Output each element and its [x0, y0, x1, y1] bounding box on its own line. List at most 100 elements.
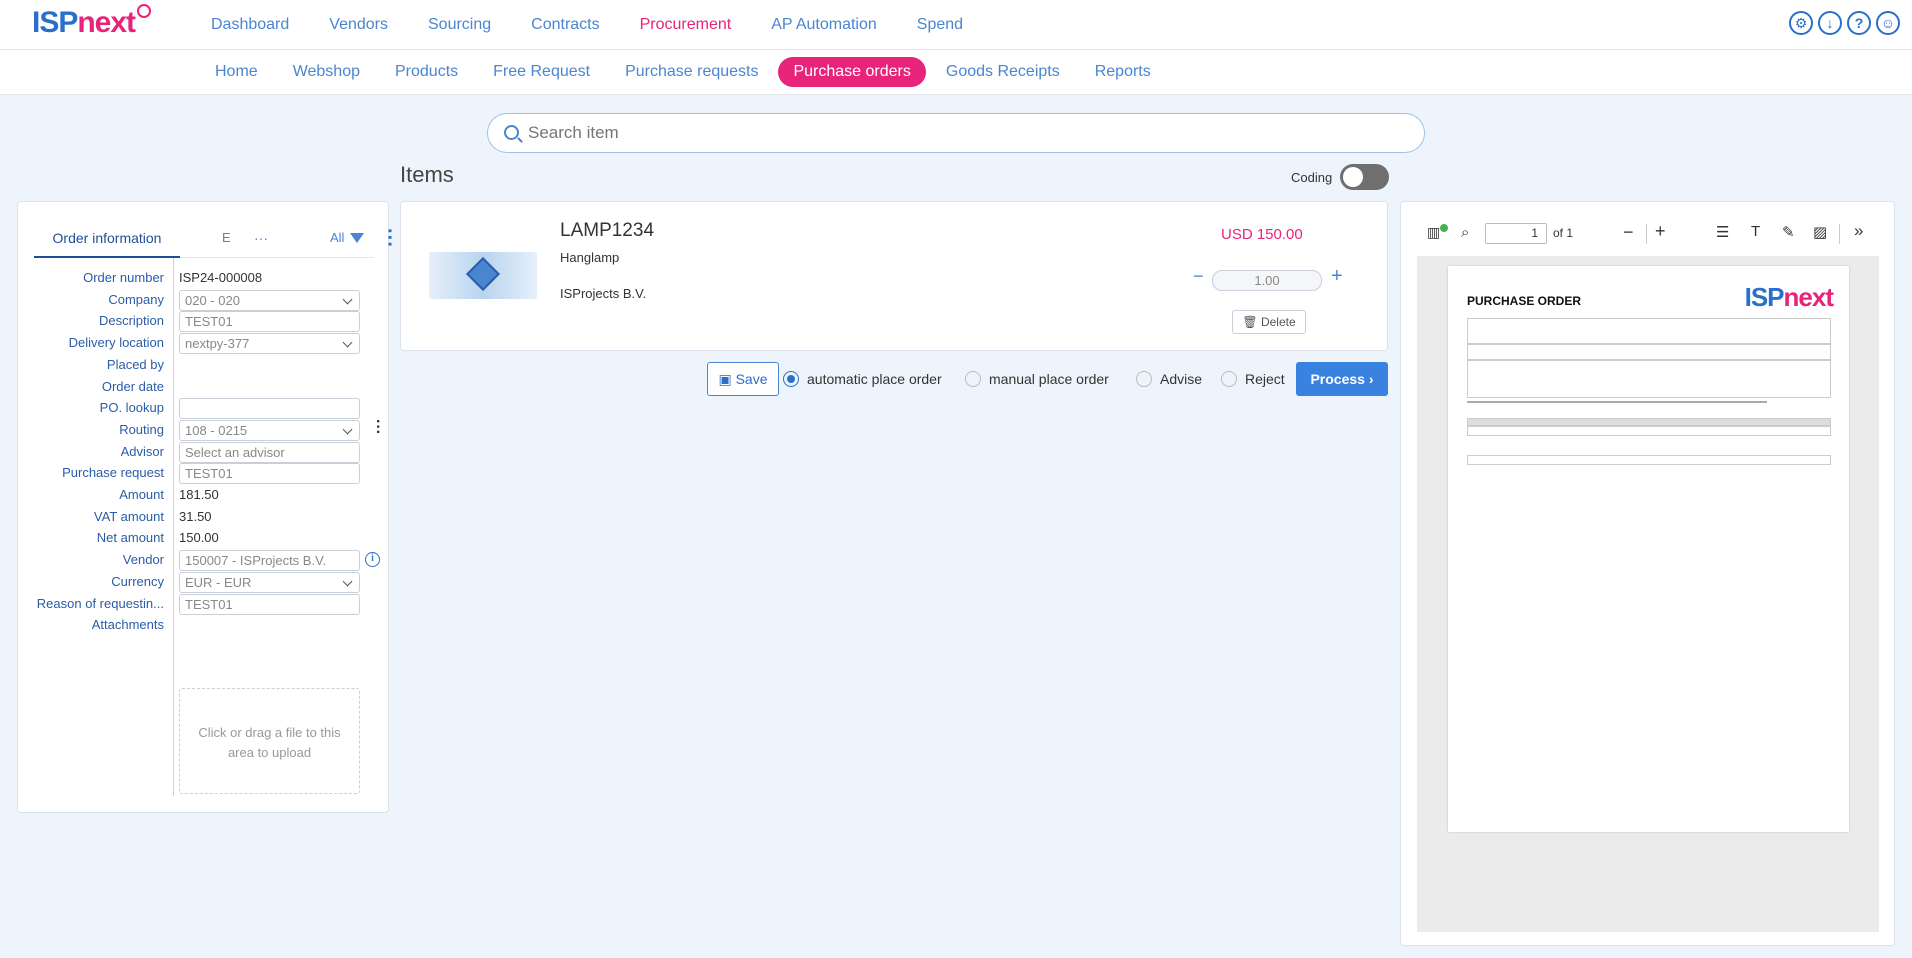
main-nav-sourcing[interactable]: Sourcing [428, 16, 491, 34]
main-nav-procurement[interactable]: Procurement [640, 16, 732, 34]
sidebar-toggle-icon[interactable]: ▥ [1427, 224, 1440, 241]
advisor-input[interactable]: Select an advisor [179, 441, 360, 463]
radio-label: manual place order [989, 371, 1109, 387]
field-routing: Routing 108 - 0215 ··· [18, 419, 390, 441]
quantity-decrease-button[interactable]: − [1193, 266, 1204, 287]
currency-select[interactable]: EUR - EUR [179, 571, 360, 593]
reason-of-requestin-input[interactable]: TEST01 [179, 593, 360, 615]
pdf-order-block [1467, 318, 1831, 344]
field-value: ISP24-000008 [179, 270, 263, 285]
field-vat-amount: VAT amount 31.50 [18, 506, 390, 528]
pdf-viewer: ▥ ⌕ 1 of 1 − + ☰ T ✎ ▨ » PURCHASE ORDER … [1400, 201, 1895, 946]
radio-circle[interactable] [965, 371, 981, 387]
pdf-logo-next: next [1783, 282, 1834, 312]
radio-label: Reject [1245, 371, 1285, 387]
sub-nav-home[interactable]: Home [200, 57, 273, 87]
radio-reject[interactable]: Reject [1221, 371, 1285, 387]
info-icon[interactable]: i [365, 552, 380, 568]
main-nav-dashboard[interactable]: Dashboard [211, 16, 289, 34]
sub-nav-reports[interactable]: Reports [1080, 57, 1166, 87]
main-nav-ap-automation[interactable]: AP Automation [771, 16, 877, 34]
search-input[interactable] [528, 122, 1408, 144]
routing-select[interactable]: 108 - 0215 [179, 419, 360, 441]
image-icon[interactable]: ▨ [1813, 223, 1827, 241]
attachment-upload-area[interactable]: Click or drag a file to this area to upl… [179, 688, 360, 794]
field-label: PO. lookup [99, 400, 164, 416]
sub-nav-items: Home Webshop Products Free Request Purchase … [200, 57, 1171, 87]
download-icon[interactable]: ↓ [1818, 11, 1842, 35]
main-nav: Dashboard Vendors Sourcing Contracts Procure… [211, 0, 1003, 50]
pdf-delivery-block [1467, 344, 1831, 360]
field-description: Description TEST01 [18, 310, 390, 333]
list-icon[interactable]: ☰ [1716, 223, 1729, 241]
tab-second[interactable]: E [222, 220, 231, 256]
purchase-request-input[interactable]: TEST01 [179, 463, 360, 485]
radio-circle[interactable] [1136, 371, 1152, 387]
radio-label: automatic place order [807, 371, 942, 387]
zoom-out-icon[interactable]: − [1623, 222, 1634, 243]
field-label: VAT amount [93, 508, 164, 524]
field-label: Attachments [91, 617, 164, 633]
text-icon[interactable]: T [1751, 223, 1760, 240]
expand-icon[interactable]: » [1854, 221, 1863, 241]
search-bar[interactable] [487, 113, 1425, 153]
item-code[interactable]: LAMP1234 [560, 220, 654, 242]
radio-automatic-place-order[interactable]: automatic place order [783, 371, 942, 387]
pdf-title: PURCHASE ORDER [1467, 294, 1582, 308]
process-label: Process [1310, 371, 1365, 387]
coding-toggle[interactable] [1340, 164, 1390, 190]
sub-nav-products[interactable]: Products [380, 57, 473, 87]
tab-more[interactable]: ··· [254, 220, 268, 256]
radio-circle[interactable] [783, 371, 799, 387]
app-logo[interactable]: ISPnext [32, 4, 152, 40]
delivery-location-select[interactable]: nextpy-377 [179, 333, 360, 355]
page-number-input[interactable]: 1 [1485, 223, 1547, 244]
delete-label: Delete [1260, 315, 1296, 329]
field-po-lookup: PO. lookup [18, 397, 390, 420]
panel-menu-icon[interactable]: ··· [378, 228, 400, 248]
pen-icon[interactable]: ✎ [1782, 223, 1795, 241]
help-icon[interactable]: ? [1847, 11, 1871, 35]
field-label: Description [98, 313, 164, 329]
routing-menu-icon[interactable]: ··· [368, 419, 386, 435]
po-lookup-input[interactable] [179, 398, 360, 420]
top-bar: ISPnext Dashboard Vendors Sourcing Contract… [0, 0, 1912, 50]
filter-all[interactable]: All [330, 220, 344, 256]
vendor-input[interactable]: 150007 - ISProjects B.V. [179, 550, 360, 572]
sub-nav-purchase-requests[interactable]: Purchase requests [610, 57, 773, 87]
sub-nav-goods-receipts[interactable]: Goods Receipts [931, 57, 1075, 87]
delete-item-button[interactable]: 🗑 Delete [1232, 310, 1306, 334]
radio-advise[interactable]: Advise [1136, 371, 1202, 387]
zoom-in-icon[interactable]: + [1655, 221, 1666, 242]
description-input[interactable]: TEST01 [179, 311, 360, 333]
process-button[interactable]: Process › [1296, 362, 1388, 396]
pdf-canvas[interactable]: PURCHASE ORDER ISPnext [1417, 256, 1879, 932]
filter-icon[interactable] [350, 233, 364, 243]
main-nav-contracts[interactable]: Contracts [531, 16, 599, 34]
field-value: 181.50 [179, 487, 219, 502]
main-nav-spend[interactable]: Spend [917, 16, 963, 34]
status-dot [1440, 224, 1448, 232]
user-icon[interactable]: ☺ [1876, 11, 1900, 35]
save-button[interactable]: ▣ Save [707, 362, 779, 396]
logo-text-next: next [77, 6, 136, 39]
pdf-search-icon[interactable]: ⌕ [1461, 224, 1469, 241]
top-icons: ⚙ ↓ ? ☺ [1789, 11, 1900, 35]
field-label: Placed by [106, 356, 164, 372]
main-nav-vendors[interactable]: Vendors [329, 16, 388, 34]
radio-circle[interactable] [1221, 371, 1237, 387]
radio-manual-place-order[interactable]: manual place order [965, 371, 1109, 387]
sub-nav-free-request[interactable]: Free Request [478, 57, 605, 87]
quantity-input[interactable]: 1.00 [1212, 270, 1322, 291]
item-vendor: ISProjects B.V. [560, 286, 647, 301]
field-label: Company [108, 291, 164, 307]
gear-icon[interactable]: ⚙ [1789, 11, 1813, 35]
sub-nav-webshop[interactable]: Webshop [278, 57, 375, 87]
field-company: Company 020 - 020 [18, 289, 390, 311]
field-value: 150.00 [179, 530, 219, 546]
tab-order-information[interactable]: Order information [34, 220, 180, 258]
sub-nav-purchase-orders[interactable]: Purchase orders [778, 57, 926, 87]
quantity-increase-button[interactable]: + [1331, 265, 1343, 288]
field-advisor: Advisor Select an advisor [18, 441, 390, 463]
company-select[interactable]: 020 - 020 [179, 289, 360, 311]
